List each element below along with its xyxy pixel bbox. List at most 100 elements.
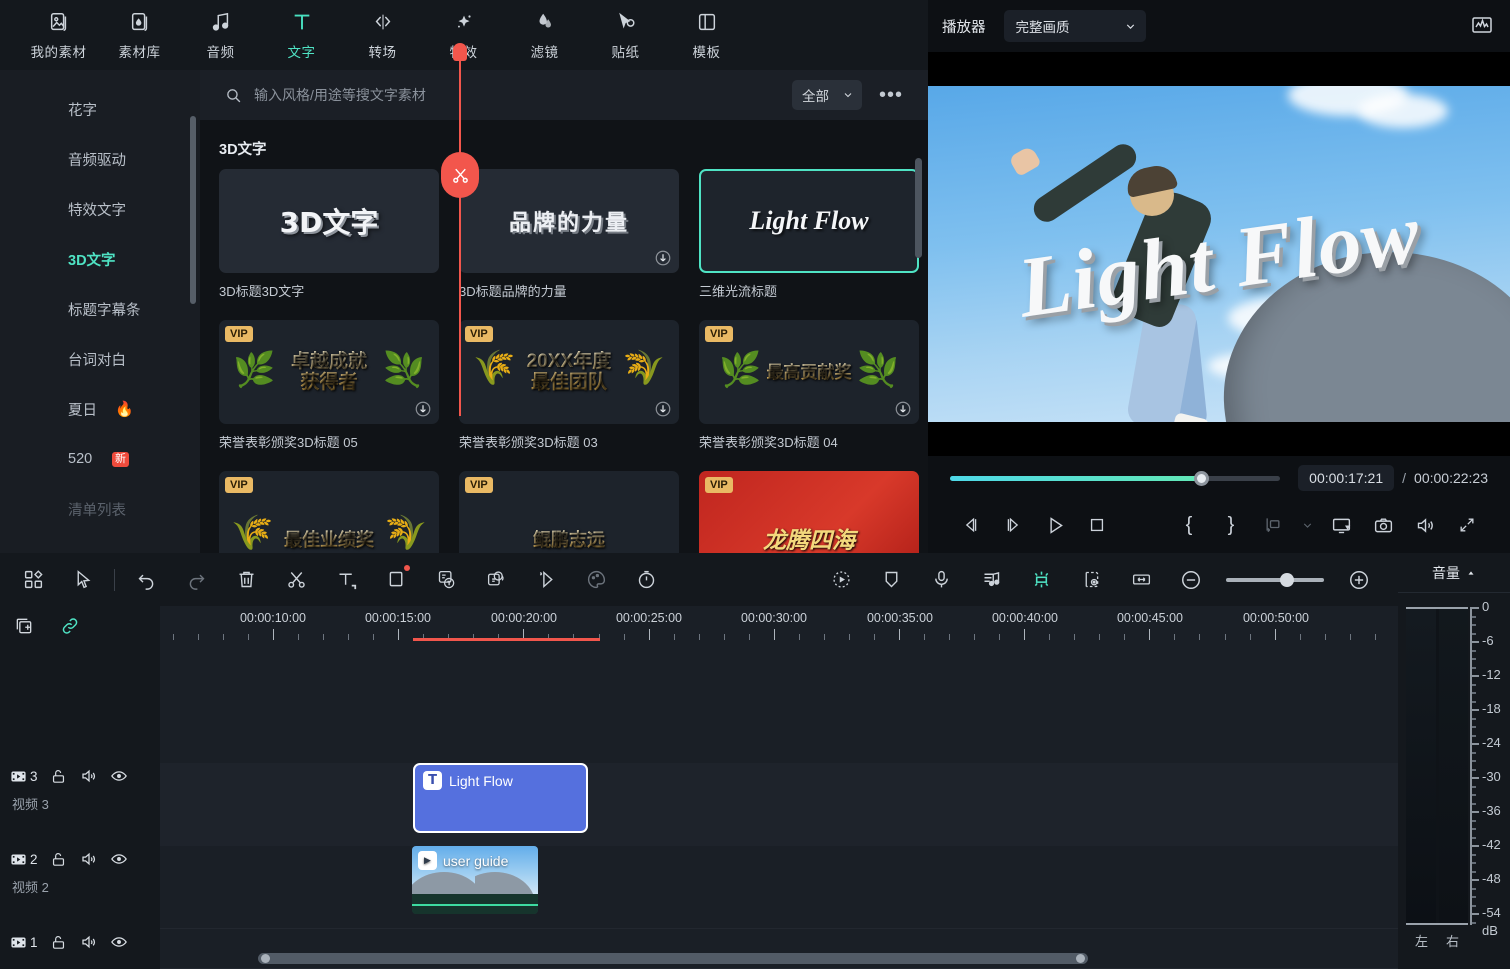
fit-timeline-button[interactable]: [1116, 553, 1166, 606]
add-track-button[interactable]: [10, 612, 38, 640]
player-volume-button[interactable]: [1404, 505, 1446, 545]
sidebar-item-dialogue[interactable]: 台词对白: [0, 334, 200, 384]
playback-progress-slider[interactable]: [950, 476, 1280, 481]
sidebar-item-3d-text[interactable]: 3D文字: [0, 234, 200, 284]
stop-button[interactable]: [1076, 505, 1118, 545]
category-scrollbar[interactable]: [190, 116, 196, 304]
color-match-button[interactable]: [521, 553, 571, 606]
next-frame-button[interactable]: [992, 505, 1034, 545]
track-mute-icon-2[interactable]: [80, 850, 98, 868]
mark-in-button[interactable]: {: [1168, 505, 1210, 545]
tab-stock-media[interactable]: 素材库: [99, 0, 180, 66]
fullscreen-button[interactable]: [1446, 505, 1488, 545]
track-lock-icon-1[interactable]: [50, 933, 68, 951]
playhead-split-handle[interactable]: [441, 152, 479, 198]
track-visibility-icon-3[interactable]: [110, 767, 128, 785]
sidebar-item-520[interactable]: 520 新: [0, 434, 200, 484]
render-preview-button[interactable]: [1252, 505, 1294, 545]
tab-template[interactable]: 模板: [666, 0, 747, 66]
sidebar-item-effect-text[interactable]: 特效文字: [0, 184, 200, 234]
template-item[interactable]: VIP 🌿🌿 最高贡献奖 荣誉表彰颁奖3D标题 04: [699, 320, 919, 451]
sidebar-item-title-subtitle[interactable]: 标题字幕条: [0, 284, 200, 334]
text-to-speech-button[interactable]: [471, 553, 521, 606]
playhead-marker[interactable]: [453, 43, 467, 61]
filter-dropdown[interactable]: 全部: [792, 80, 862, 110]
template-thumbnail-selected[interactable]: Light Flow: [699, 169, 919, 273]
voiceover-button[interactable]: [916, 553, 966, 606]
tab-text[interactable]: 文字: [261, 0, 342, 66]
volume-panel-header[interactable]: 音量: [1398, 553, 1510, 593]
keyframe-button[interactable]: [1016, 553, 1066, 606]
tab-sticker[interactable]: 贴纸: [585, 0, 666, 66]
timeline-horizontal-scrollbar[interactable]: [258, 953, 1088, 964]
layout-button[interactable]: [8, 553, 58, 606]
timeline-clip-video[interactable]: ▶ user guide: [412, 846, 538, 914]
text-tool-button[interactable]: [321, 553, 371, 606]
speed-button[interactable]: [621, 553, 671, 606]
mark-out-button[interactable]: }: [1210, 505, 1252, 545]
redo-button[interactable]: [171, 553, 221, 606]
select-tool-button[interactable]: [58, 553, 108, 606]
template-item[interactable]: VIP 🌾🌾 20XX年度 最佳团队 荣誉表彰颁奖3D标题 03: [459, 320, 679, 451]
download-icon[interactable]: [654, 400, 672, 418]
progress-knob[interactable]: [1194, 471, 1209, 486]
search-input[interactable]: [254, 87, 792, 103]
scroll-handle-right[interactable]: [1076, 954, 1085, 963]
link-clips-button[interactable]: [56, 612, 84, 640]
play-button[interactable]: [1034, 505, 1076, 545]
track-visibility-icon-2[interactable]: [110, 850, 128, 868]
zoom-slider-knob[interactable]: [1280, 573, 1294, 587]
marker-button[interactable]: [866, 553, 916, 606]
template-thumbnail[interactable]: VIP 🌾🌾 最佳业绩奖: [219, 471, 439, 553]
undo-button[interactable]: [121, 553, 171, 606]
split-button[interactable]: [271, 553, 321, 606]
quality-dropdown[interactable]: 完整画质: [1004, 10, 1146, 42]
track-mute-icon-1[interactable]: [80, 933, 98, 951]
download-icon[interactable]: [894, 400, 912, 418]
timeline-zoom-slider[interactable]: [1226, 578, 1324, 582]
zoom-out-button[interactable]: [1166, 553, 1216, 606]
template-item[interactable]: VIP 🌾🌾 最佳业绩奖: [219, 471, 439, 553]
download-icon[interactable]: [414, 400, 432, 418]
screen-cast-button[interactable]: [1320, 505, 1362, 545]
performance-monitor-icon[interactable]: [1470, 13, 1496, 39]
crop-tool-button[interactable]: [371, 553, 421, 606]
playhead[interactable]: [459, 53, 461, 416]
render-dropdown-button[interactable]: [1294, 505, 1320, 545]
tab-filter[interactable]: 滤镜: [504, 0, 585, 66]
track-lock-icon-2[interactable]: [50, 850, 68, 868]
scroll-handle-left[interactable]: [261, 954, 270, 963]
sidebar-item-huazi[interactable]: 花字: [0, 84, 200, 134]
speech-to-text-button[interactable]: [421, 553, 471, 606]
timeline-ruler[interactable]: 00:00:10:00 00:00:15:00 00:00:20:00 00:0…: [160, 606, 1398, 646]
color-palette-button[interactable]: [571, 553, 621, 606]
timeline-clip-text[interactable]: T Light Flow: [413, 763, 588, 833]
tab-my-media[interactable]: 我的素材: [18, 0, 99, 66]
snapshot-button[interactable]: [1362, 505, 1404, 545]
template-item[interactable]: VIP 鲲鹏志远: [459, 471, 679, 553]
sidebar-item-audio-driven[interactable]: 音频驱动: [0, 134, 200, 184]
template-grid-scrollbar[interactable]: [915, 158, 922, 258]
more-options-button[interactable]: •••: [876, 90, 906, 100]
audio-detach-button[interactable]: [966, 553, 1016, 606]
motion-tracking-button[interactable]: [1066, 553, 1116, 606]
zoom-in-button[interactable]: [1334, 553, 1384, 606]
template-item[interactable]: 3D文字 3D标题3D文字: [219, 169, 439, 300]
auto-reframe-button[interactable]: [816, 553, 866, 606]
template-thumbnail[interactable]: VIP 🌿🌿 卓越成就 获得者: [219, 320, 439, 424]
download-icon[interactable]: [654, 249, 672, 267]
track-row-2[interactable]: ▶ user guide: [160, 846, 1398, 929]
template-thumbnail[interactable]: VIP 🌾🌾 20XX年度 最佳团队: [459, 320, 679, 424]
tab-transition[interactable]: 转场: [342, 0, 423, 66]
template-thumbnail[interactable]: 3D文字: [219, 169, 439, 273]
template-item[interactable]: 品牌的力量 3D标题品牌的力量: [459, 169, 679, 300]
tab-audio[interactable]: 音频: [180, 0, 261, 66]
template-item[interactable]: VIP 🌿🌿 卓越成就 获得者 荣誉表彰颁奖3D标题 05: [219, 320, 439, 451]
sidebar-item-checklist[interactable]: 清单列表: [0, 484, 200, 534]
template-thumbnail[interactable]: 品牌的力量: [459, 169, 679, 273]
delete-button[interactable]: [221, 553, 271, 606]
template-thumbnail[interactable]: VIP 🌿🌿 最高贡献奖: [699, 320, 919, 424]
template-thumbnail[interactable]: VIP 龙腾四海: [699, 471, 919, 553]
template-thumbnail[interactable]: VIP 鲲鹏志远: [459, 471, 679, 553]
track-lock-icon-3[interactable]: [50, 767, 68, 785]
